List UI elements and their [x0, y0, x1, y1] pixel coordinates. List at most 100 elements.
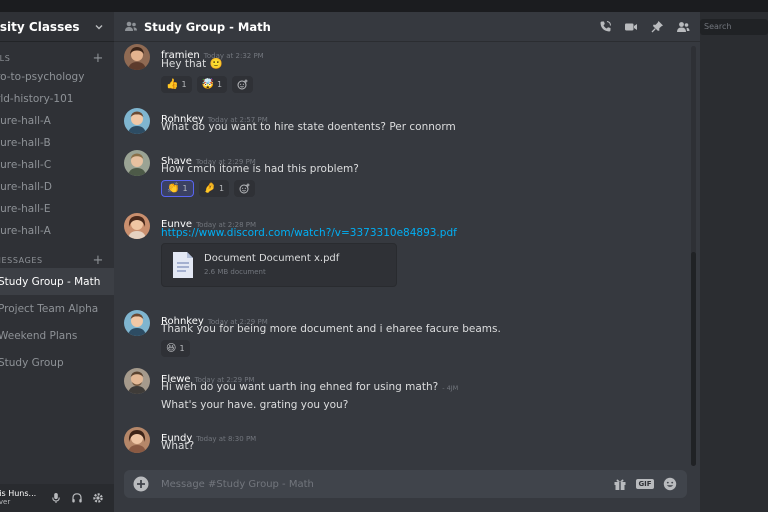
- server-name: rsity Classes: [0, 19, 80, 34]
- message-link[interactable]: https://www.discord.com/watch?/v=3373310…: [161, 227, 457, 239]
- message-text: What do you want to hire state doentents…: [161, 121, 456, 133]
- avatar[interactable]: [124, 44, 150, 70]
- reaction-count: 1: [217, 80, 223, 89]
- message-timestamp: Today at 8:30 PM: [196, 435, 257, 443]
- gif-icon[interactable]: GIF: [636, 476, 654, 492]
- dm-category[interactable]: MESSAGES +: [0, 252, 114, 268]
- message-text: Hi weh do you want uarth ing ehned for u…: [161, 381, 458, 393]
- members-icon[interactable]: [676, 20, 690, 34]
- search-input[interactable]: Search: [700, 19, 768, 35]
- channel-sidebar: rsity Classes ELS + ro-to-psychology rld…: [0, 12, 114, 512]
- channel-item[interactable]: ture-hall-B: [0, 132, 114, 154]
- message-text: Thank you for being more document and i …: [161, 323, 501, 335]
- chevron-down-icon: [95, 24, 103, 29]
- settings-icon[interactable]: [91, 491, 105, 505]
- reaction-thumbs-up[interactable]: 👍 1: [161, 76, 192, 93]
- pin-icon[interactable]: [650, 20, 664, 34]
- scrollbar-thumb[interactable]: [691, 252, 696, 466]
- avatar[interactable]: [124, 368, 150, 394]
- phone-icon[interactable]: [598, 20, 612, 34]
- reaction-pinched-fingers[interactable]: 🤌 1: [198, 180, 230, 197]
- add-reaction-icon: [237, 79, 248, 90]
- server-header[interactable]: rsity Classes: [0, 12, 114, 42]
- user-status: rver: [0, 497, 11, 506]
- channel-label: ro-to-psychology: [0, 71, 85, 83]
- dm-label: Study Group: [0, 356, 64, 369]
- avatar[interactable]: [124, 427, 150, 453]
- reaction-count: 1: [219, 184, 225, 193]
- chat-title: Study Group - Math: [144, 19, 271, 34]
- dm-label: Project Team Alpha: [0, 302, 99, 315]
- reaction-exploding-head[interactable]: 🤯 1: [196, 76, 228, 93]
- reaction-bar: 👍 1 🤯 1: [161, 76, 258, 93]
- dm-item-study-group-math[interactable]: Study Group - Math: [0, 268, 114, 295]
- reaction-clap[interactable]: 👏 1: [161, 180, 194, 197]
- group-dm-icon: [124, 17, 138, 36]
- channel-label: ture-hall-B: [0, 137, 51, 149]
- channel-item[interactable]: ture-hall-E: [0, 198, 114, 220]
- add-reaction-button[interactable]: [234, 180, 256, 197]
- chat-header: Study Group - Math: [114, 12, 700, 42]
- channel-item[interactable]: rld-history-101: [0, 88, 114, 110]
- channel-item[interactable]: ro-to-psychology: [0, 66, 114, 88]
- add-dm-icon[interactable]: +: [93, 254, 105, 267]
- reaction-emoji: 🤯: [201, 79, 214, 90]
- channels-category[interactable]: ELS +: [0, 50, 114, 66]
- channel-label: rld-history-101: [0, 93, 74, 105]
- reaction-bar: 😆 1: [161, 340, 195, 357]
- add-channel-icon[interactable]: +: [93, 52, 105, 65]
- microphone-icon[interactable]: [49, 491, 63, 505]
- reaction-laughing[interactable]: 😆 1: [161, 340, 190, 357]
- channel-label: ture-hall-E: [0, 203, 51, 215]
- attachment-filename[interactable]: Document Document x.pdf: [204, 253, 339, 264]
- channel-label: ture-hall-D: [0, 181, 52, 193]
- video-icon[interactable]: [624, 20, 638, 34]
- avatar[interactable]: [124, 150, 150, 176]
- channel-label: ture-hall-C: [0, 159, 52, 171]
- message-composer: GIF: [124, 470, 687, 498]
- category-label: ELS: [0, 53, 11, 63]
- channel-item[interactable]: ture-hall-A: [0, 220, 114, 242]
- dm-item-study-group[interactable]: Study Group: [0, 349, 114, 376]
- reaction-bar: 👏 1 🤌 1: [161, 180, 260, 197]
- reaction-count: 1: [179, 344, 185, 353]
- message-text: What?: [161, 440, 195, 452]
- add-reaction-icon: [239, 183, 250, 194]
- reaction-emoji: 😆: [166, 343, 177, 354]
- reaction-count: 1: [182, 184, 188, 193]
- avatar[interactable]: [124, 310, 150, 336]
- channel-label: ture-hall-A: [0, 225, 51, 237]
- dm-item-project-team-alpha[interactable]: Project Team Alpha: [0, 295, 114, 322]
- user-info[interactable]: ris Huns... rver: [0, 490, 42, 506]
- dm-item-weekend-plans[interactable]: Weekend Plans: [0, 322, 114, 349]
- attachment-size: 2.6 MB document: [204, 268, 266, 276]
- message-text: How cmch itome is had this problem?: [161, 163, 359, 175]
- channel-item[interactable]: ture-hall-D: [0, 176, 114, 198]
- message-line: Hi weh do you want uarth ing ehned for u…: [161, 381, 439, 393]
- file-attachment[interactable]: Document Document x.pdf 2.6 MB document: [161, 243, 397, 287]
- chat-panel: Study Group - Math framien Today at 2:32 …: [114, 12, 700, 512]
- add-attachment-icon[interactable]: [133, 476, 149, 492]
- emoji-icon[interactable]: [662, 476, 678, 492]
- message-text: Hey that 🙂: [161, 58, 223, 70]
- message-text: What's your have. grating you you?: [161, 399, 349, 411]
- right-panel: Search: [700, 12, 768, 512]
- dm-label: Study Group - Math: [0, 275, 101, 288]
- reaction-emoji: 👏: [167, 183, 180, 194]
- document-icon: [173, 252, 193, 278]
- avatar[interactable]: [124, 108, 150, 134]
- avatar[interactable]: [124, 213, 150, 239]
- add-reaction-button[interactable]: [232, 76, 254, 93]
- channel-item[interactable]: ture-hall-A: [0, 110, 114, 132]
- edited-marker: - 4JM: [442, 384, 459, 392]
- reaction-emoji: 👍: [166, 79, 179, 90]
- gift-icon[interactable]: [612, 476, 628, 492]
- channel-label: ture-hall-A: [0, 115, 51, 127]
- message-input[interactable]: [161, 478, 612, 490]
- top-bar: [0, 0, 768, 12]
- headphones-icon[interactable]: [70, 491, 84, 505]
- user-panel: ris Huns... rver: [0, 484, 114, 512]
- category-label: MESSAGES: [0, 255, 43, 265]
- channel-item[interactable]: ture-hall-C: [0, 154, 114, 176]
- message-list: framien Today at 2:32 PM Hey that 🙂 👍 1 🤯 1…: [114, 42, 692, 466]
